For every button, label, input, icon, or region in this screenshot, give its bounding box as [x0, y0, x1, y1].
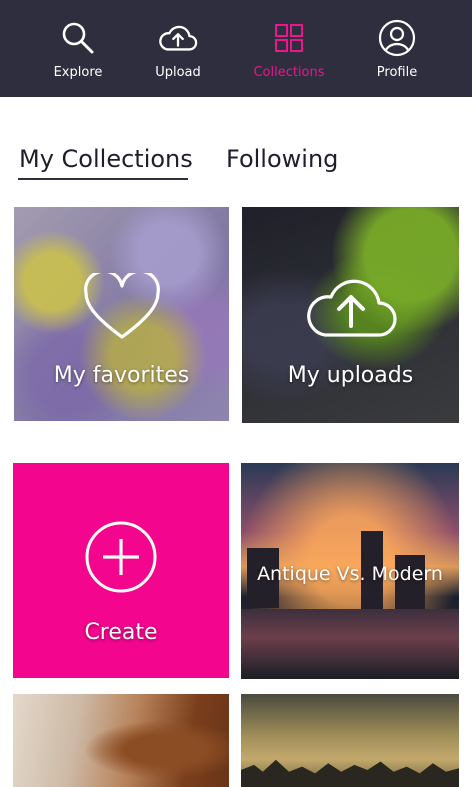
collection-tile-antique-vs-modern[interactable]: Antique Vs. Modern — [241, 463, 459, 679]
tile-label: Create — [84, 620, 158, 645]
collection-tile-my-uploads[interactable]: My uploads — [242, 207, 459, 423]
nav-explore[interactable]: Explore — [28, 18, 128, 88]
tab-following[interactable]: Following — [226, 142, 338, 176]
cloud-upload-icon — [303, 271, 399, 345]
plus-circle-icon — [84, 520, 158, 598]
tab-my-collections[interactable]: My Collections — [19, 142, 193, 176]
nav-upload-label: Upload — [155, 65, 201, 80]
top-navigation-bar: Explore Upload Collections Profile — [0, 0, 472, 97]
selected-tab-indicator — [18, 178, 188, 180]
grid-icon — [269, 18, 309, 58]
tile-label: Antique Vs. Modern — [257, 563, 443, 585]
create-collection-tile[interactable]: Create — [13, 463, 229, 678]
nav-collections[interactable]: Collections — [239, 18, 339, 88]
collection-tile-camels[interactable] — [241, 694, 459, 787]
nav-collections-label: Collections — [253, 65, 325, 80]
heart-icon — [82, 269, 162, 347]
tile-label: My uploads — [287, 363, 414, 388]
camel-silhouettes — [241, 759, 459, 787]
collection-tile-my-favorites[interactable]: My favorites — [14, 207, 229, 421]
water-reflection — [241, 609, 459, 679]
nav-upload[interactable]: Upload — [128, 18, 228, 88]
nav-profile-label: Profile — [376, 65, 418, 80]
nav-explore-label: Explore — [53, 65, 103, 80]
search-icon — [58, 18, 98, 58]
user-icon — [377, 18, 417, 58]
cloud-upload-icon — [158, 18, 198, 58]
nav-profile[interactable]: Profile — [347, 18, 447, 88]
tile-label: My favorites — [53, 363, 190, 388]
collection-tile-horse[interactable] — [13, 694, 229, 787]
